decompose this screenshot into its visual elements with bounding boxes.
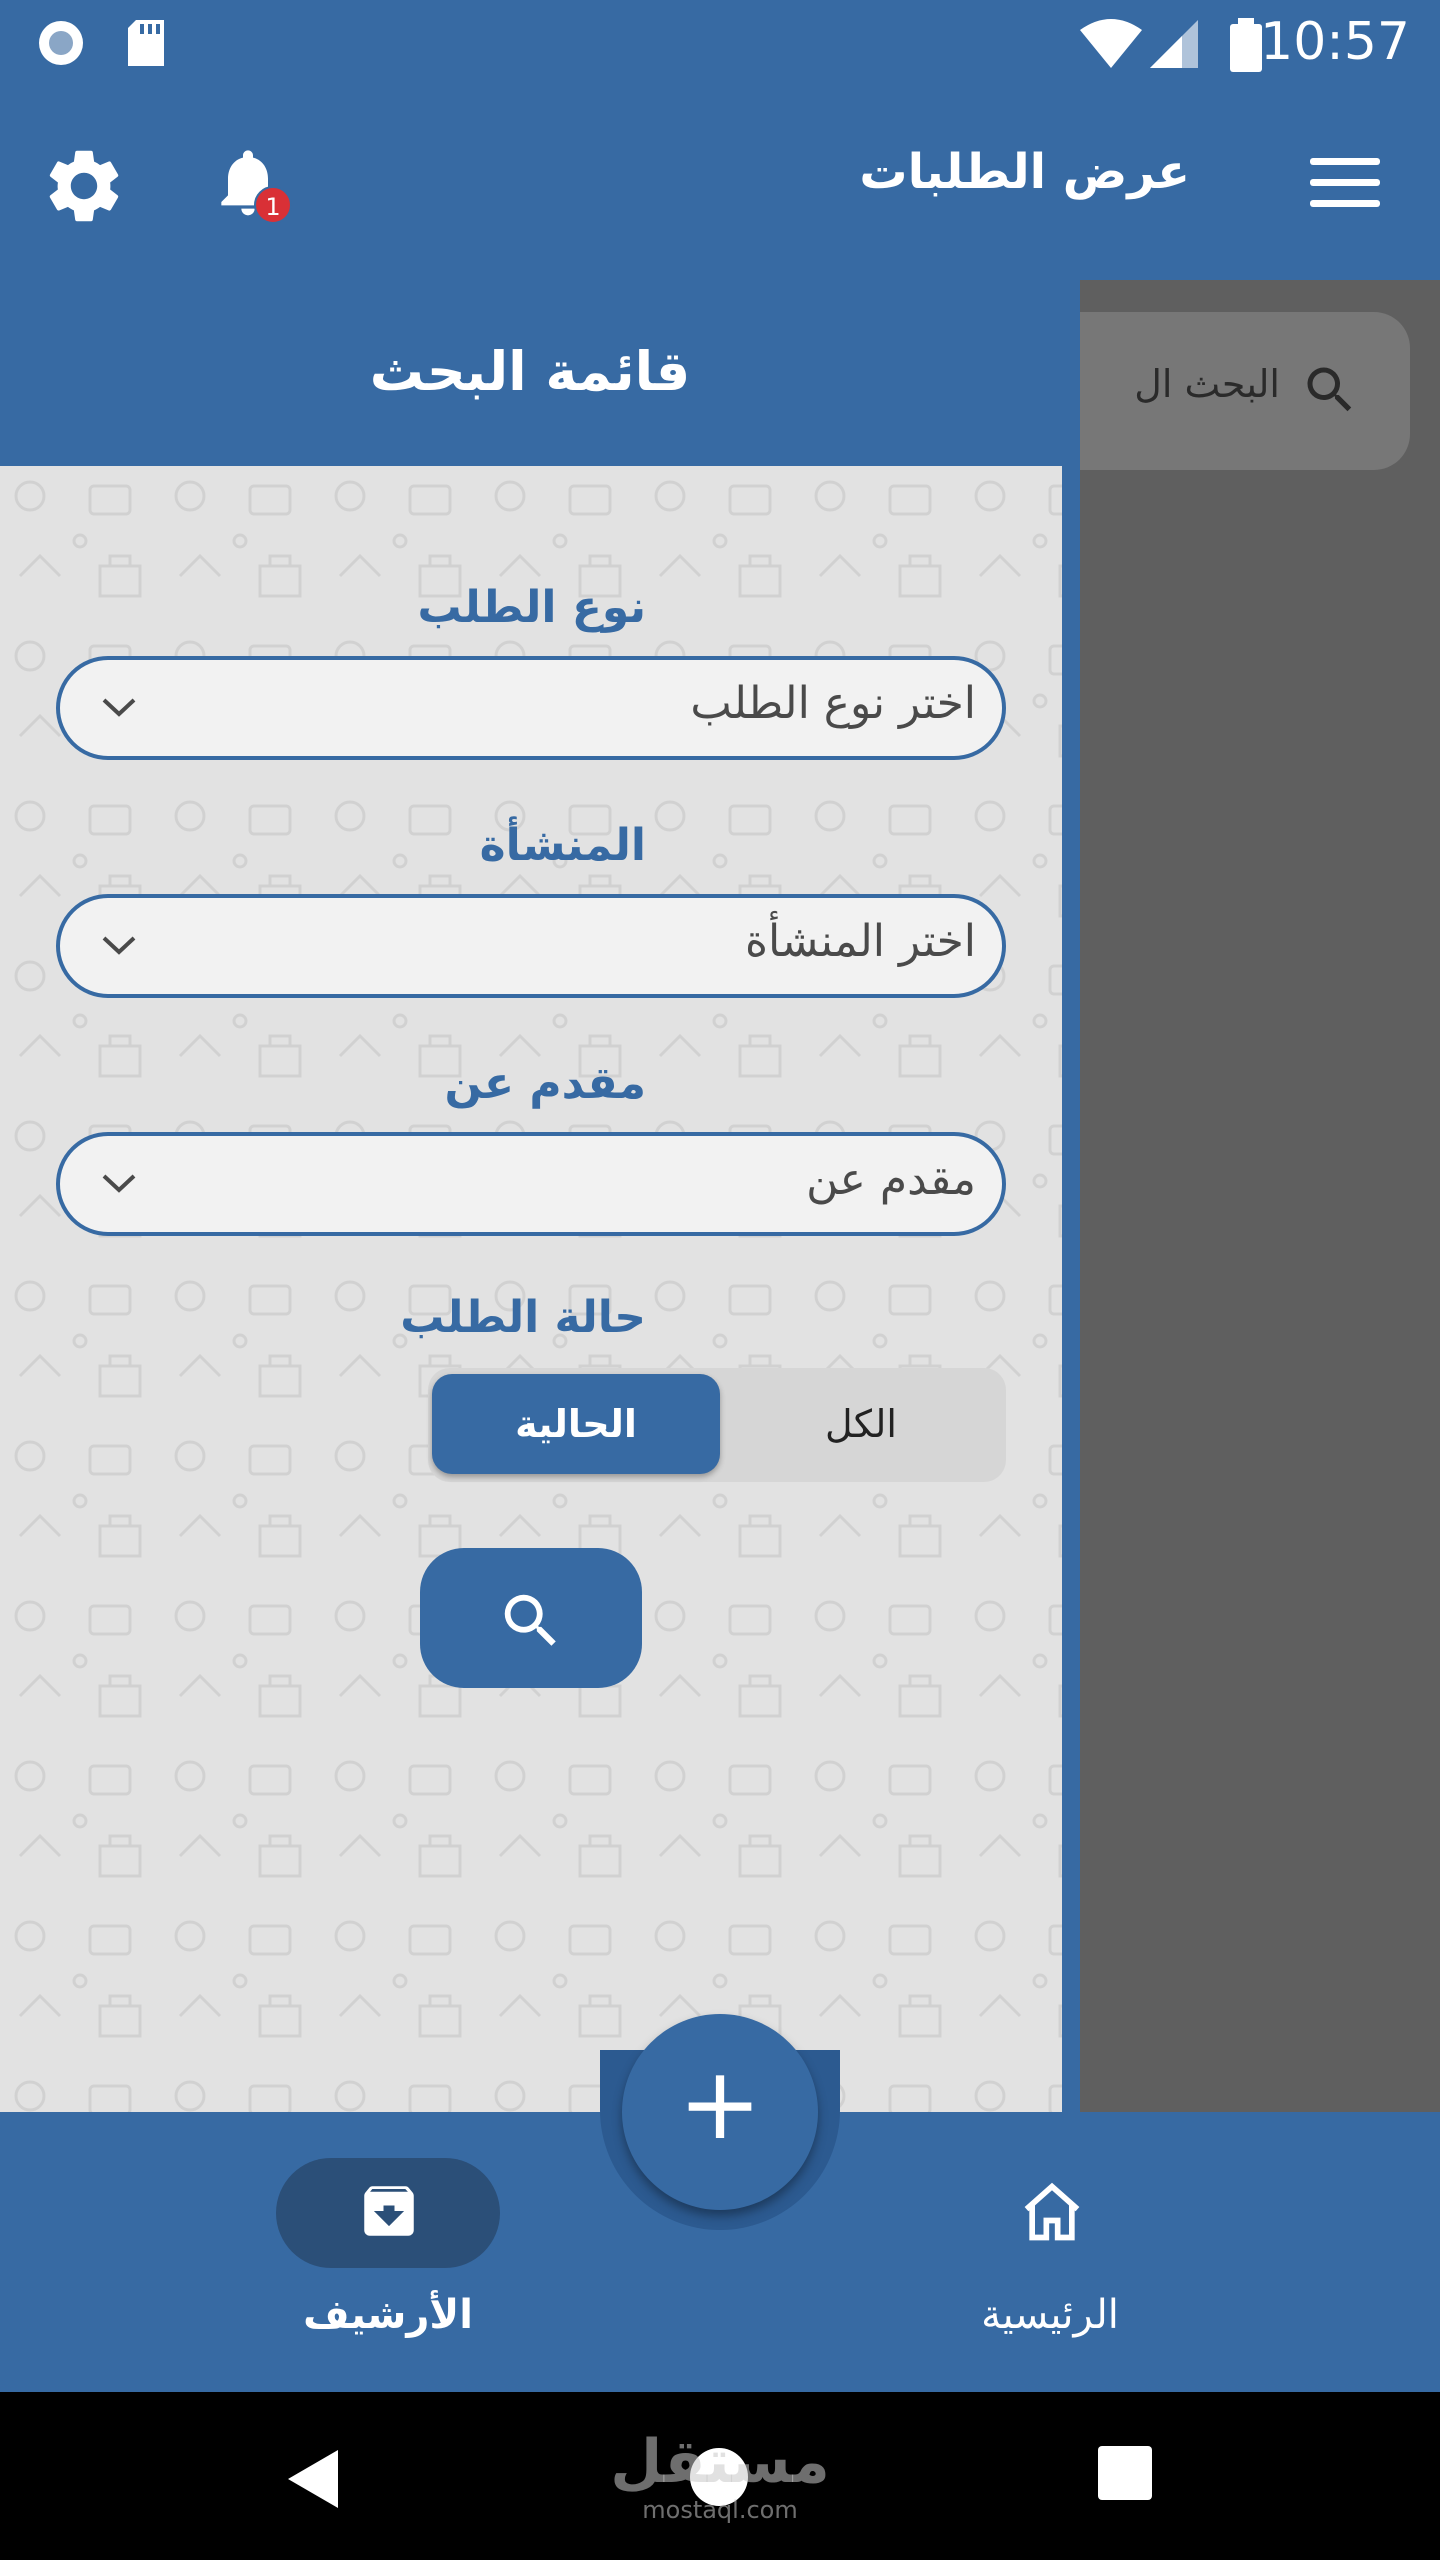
chevron-down-icon	[100, 696, 138, 724]
facility-label: المنشأة	[479, 820, 646, 871]
nav-archive-highlight	[276, 2158, 500, 2268]
system-navigation-bar: مستقل mostaql.com	[0, 2392, 1440, 2560]
watermark-url: mostaql.com	[642, 2496, 798, 2524]
drawer-header: قائمة البحث	[0, 280, 1080, 466]
request-status-label: حالة الطلب	[400, 1292, 646, 1343]
status-option-current[interactable]: الحالية	[432, 1374, 720, 1474]
search-icon	[504, 1594, 556, 1646]
notifications-button[interactable]: 1	[208, 142, 296, 230]
add-request-button[interactable]: +	[622, 2014, 818, 2210]
status-option-all[interactable]: الكل	[720, 1374, 1002, 1474]
gear-icon	[49, 150, 119, 222]
request-type-dropdown[interactable]: اختر نوع الطلب	[56, 656, 1006, 760]
archive-icon	[356, 2178, 422, 2248]
dimmed-background[interactable]: البحث ال	[980, 280, 1440, 2112]
search-submit-button[interactable]	[420, 1548, 642, 1688]
clock: 10:57	[1260, 12, 1410, 72]
wifi-icon	[1078, 18, 1144, 74]
notification-badge: 1	[254, 186, 292, 224]
submitted-for-label: مقدم عن	[444, 1058, 646, 1109]
facility-dropdown[interactable]: اختر المنشأة	[56, 894, 1006, 998]
app-bar: 1 عرض الطلبات	[0, 84, 1440, 280]
chevron-down-icon	[100, 1172, 138, 1200]
home-icon	[1018, 2178, 1086, 2250]
recent-apps-icon[interactable]	[1098, 2446, 1152, 2500]
chevron-down-icon	[100, 934, 138, 962]
hamburger-icon	[1310, 158, 1380, 165]
status-bar: 10:57	[0, 0, 1440, 84]
nav-home-label: الرئيسية	[981, 2292, 1119, 2338]
page-title: عرض الطلبات	[859, 144, 1190, 200]
background-search-placeholder: البحث ال	[1134, 362, 1280, 406]
battery-icon	[1228, 18, 1264, 76]
status-toggle: الحالية الكل	[428, 1368, 1006, 1482]
nav-archive-label: الأرشيف	[303, 2292, 473, 2338]
plus-icon: +	[678, 2045, 762, 2162]
menu-button[interactable]	[1310, 158, 1380, 214]
drawer-title: قائمة البحث	[369, 340, 691, 403]
drawer-edge	[1062, 466, 1080, 2112]
search-icon	[1300, 360, 1360, 424]
facility-placeholder: اختر المنشأة	[744, 916, 976, 967]
request-type-label: نوع الطلب	[417, 582, 647, 633]
sd-card-icon	[124, 18, 168, 72]
search-drawer: قائمة البحث نوع الطلب اختر نوع الطلب الم…	[0, 280, 1080, 2112]
request-type-placeholder: اختر نوع الطلب	[690, 678, 976, 729]
watermark-logo: مستقل	[610, 2427, 830, 2497]
submitted-for-dropdown[interactable]: مقدم عن	[56, 1132, 1006, 1236]
back-icon[interactable]	[286, 2448, 340, 2514]
settings-button[interactable]	[40, 142, 128, 230]
signal-icon	[1148, 18, 1200, 74]
record-icon	[36, 18, 86, 72]
submitted-for-placeholder: مقدم عن	[806, 1154, 976, 1205]
